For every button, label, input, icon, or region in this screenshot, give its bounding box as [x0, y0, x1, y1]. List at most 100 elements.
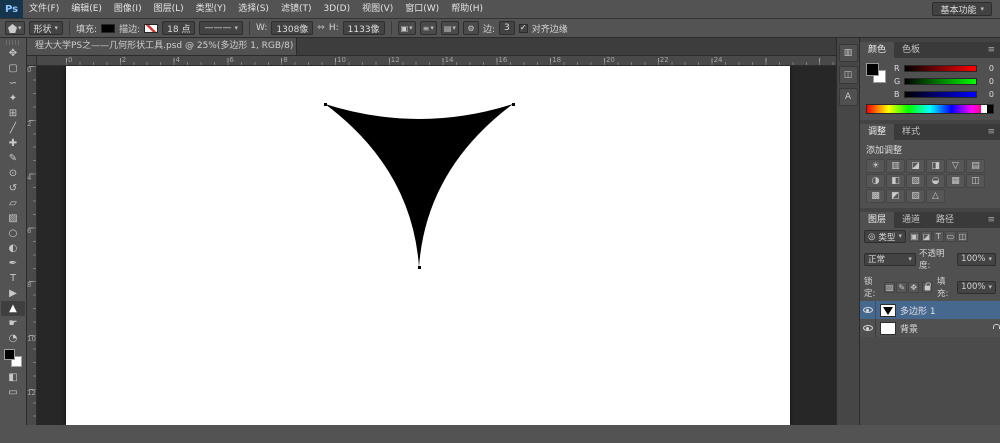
layer-thumbnail[interactable] — [880, 304, 896, 317]
marquee-tool-icon[interactable]: ▢ — [1, 61, 25, 76]
foreground-color-swatch[interactable] — [866, 63, 879, 76]
eyedropper-tool-icon[interactable]: ╱ — [1, 121, 25, 136]
vertical-ruler[interactable]: 024681012 — [27, 66, 37, 425]
type-tool-icon[interactable]: T — [1, 271, 25, 286]
quick-mask-button[interactable]: ◧ — [1, 370, 25, 385]
clone-stamp-tool-icon[interactable]: ⊙ — [1, 166, 25, 181]
workspace-switcher-button[interactable]: 基本功能 ▾ — [932, 2, 992, 16]
width-input[interactable]: 1308像 — [271, 21, 313, 35]
adj-curves-icon[interactable]: ◪ — [906, 159, 925, 173]
screen-mode-button[interactable]: ▭ — [1, 385, 25, 400]
history-brush-tool-icon[interactable]: ↺ — [1, 181, 25, 196]
layer-thumbnail[interactable] — [880, 322, 896, 335]
character-panel-button[interactable]: A — [839, 88, 858, 106]
geometry-options-button[interactable]: ⚙ — [463, 21, 479, 35]
link-dimensions-icon[interactable]: ⇔ — [317, 23, 325, 33]
document-tab[interactable]: 程大大学PS之——几何形状工具.psd @ 25%(多边形 1, RGB/8) … — [27, 38, 297, 55]
fill-swatch[interactable] — [101, 24, 115, 33]
adj-color-lookup-icon[interactable]: ▦ — [946, 174, 965, 188]
layer-visibility-toggle[interactable] — [860, 319, 876, 337]
adj-exposure-icon[interactable]: ◨ — [926, 159, 945, 173]
lock-paint-icon[interactable]: ✎ — [896, 282, 907, 293]
path-selection-tool-icon[interactable]: ▶ — [1, 286, 25, 301]
adj-gradient-map-icon[interactable]: ▨ — [906, 189, 925, 203]
adj-invert-icon[interactable]: ◫ — [966, 174, 985, 188]
adj-selective-color-icon[interactable]: △ — [926, 189, 945, 203]
menu-item[interactable]: 视图(V) — [356, 0, 399, 18]
eraser-tool-icon[interactable]: ▱ — [1, 196, 25, 211]
layer-filter-select[interactable]: ◎ 类型 ▾ — [864, 230, 906, 243]
menu-item[interactable]: 图层(L) — [148, 0, 190, 18]
fill-input[interactable]: 100% ▾ — [957, 281, 996, 294]
anchor-point[interactable] — [418, 266, 421, 269]
channel-slider[interactable] — [904, 65, 977, 72]
adj-threshold-icon[interactable]: ◩ — [886, 189, 905, 203]
opacity-input[interactable]: 100% ▾ — [957, 253, 996, 266]
panel-menu-icon[interactable]: ≡ — [982, 212, 1000, 228]
adj-color-balance-icon[interactable]: ◑ — [866, 174, 885, 188]
adj-hue-saturation-icon[interactable]: ▤ — [966, 159, 985, 173]
channel-slider[interactable] — [904, 91, 977, 98]
menu-item[interactable]: 选择(S) — [232, 0, 275, 18]
path-operations-button[interactable]: ▣ ▾ — [398, 21, 416, 35]
color-spectrum-ramp[interactable] — [866, 104, 994, 114]
adj-photo-filter-icon[interactable]: ▧ — [906, 174, 925, 188]
stroke-style-select[interactable]: ——— ▾ — [199, 21, 243, 35]
adj-levels-icon[interactable]: ▥ — [886, 159, 905, 173]
menu-item[interactable]: 编辑(E) — [65, 0, 108, 18]
panel-tab[interactable]: 颜色 — [860, 42, 894, 58]
brush-tool-icon[interactable]: ✎ — [1, 151, 25, 166]
channel-slider[interactable] — [904, 78, 977, 85]
adj-channel-mixer-icon[interactable]: ◒ — [926, 174, 945, 188]
dodge-tool-icon[interactable]: ◐ — [1, 241, 25, 256]
history-panel-button[interactable]: ▥ — [839, 44, 858, 62]
shape-tool-icon[interactable]: ▲ — [1, 301, 25, 316]
hand-tool-icon[interactable]: ☛ — [1, 316, 25, 331]
panel-tab[interactable]: 路径 — [928, 212, 962, 228]
adj-posterize-icon[interactable]: ▩ — [866, 189, 885, 203]
anchor-point[interactable] — [324, 103, 327, 106]
panel-tab[interactable]: 通道 — [894, 212, 928, 228]
anchor-point[interactable] — [512, 103, 515, 106]
canvas[interactable] — [66, 66, 790, 425]
filter-smart-objects-icon[interactable]: ◫ — [957, 231, 968, 242]
menu-item[interactable]: 图像(I) — [108, 0, 148, 18]
adj-black-white-icon[interactable]: ◧ — [886, 174, 905, 188]
gradient-tool-icon[interactable]: ▨ — [1, 211, 25, 226]
panel-tab[interactable]: 样式 — [894, 124, 928, 140]
menu-item[interactable]: 滤镜(T) — [275, 0, 318, 18]
pasteboard[interactable] — [37, 66, 836, 425]
horizontal-ruler[interactable]: 024681012141618202224 — [37, 56, 836, 66]
blur-tool-icon[interactable]: ○ — [1, 226, 25, 241]
polygon-shape[interactable] — [66, 66, 790, 425]
panel-menu-icon[interactable]: ≡ — [982, 42, 1000, 58]
align-edges-checkbox[interactable]: ✓ — [519, 24, 528, 33]
filter-adjustment-layers-icon[interactable]: ◪ — [921, 231, 932, 242]
channel-value[interactable]: 0 — [980, 64, 994, 73]
healing-brush-tool-icon[interactable]: ✚ — [1, 136, 25, 151]
panel-tab[interactable]: 图层 — [860, 212, 894, 228]
blend-mode-select[interactable]: 正常 ▾ — [864, 253, 916, 266]
menu-item[interactable]: 3D(D) — [317, 0, 356, 18]
filter-pixel-layers-icon[interactable]: ▣ — [909, 231, 920, 242]
channel-value[interactable]: 0 — [980, 77, 994, 86]
foreground-color-swatch[interactable] — [4, 349, 15, 360]
layer-visibility-toggle[interactable] — [860, 301, 876, 319]
adj-vibrance-icon[interactable]: ▽ — [946, 159, 965, 173]
properties-panel-button[interactable]: ◫ — [839, 66, 858, 84]
tool-preset-picker[interactable]: ▾ — [5, 21, 25, 35]
path-arrange-button[interactable]: ▤ ▾ — [441, 21, 459, 35]
menu-item[interactable]: 文件(F) — [23, 0, 65, 18]
panel-tab[interactable]: 色板 — [894, 42, 928, 58]
quick-selection-tool-icon[interactable]: ✦ — [1, 91, 25, 106]
layer-row[interactable]: 背景 — [860, 319, 1000, 337]
menu-item[interactable]: 窗口(W) — [399, 0, 445, 18]
lock-move-icon[interactable]: ✥ — [908, 282, 919, 293]
adj-brightness-contrast-icon[interactable]: ☀ — [866, 159, 885, 173]
channel-value[interactable]: 0 — [980, 90, 994, 99]
move-tool-icon[interactable]: ✥ — [1, 46, 25, 61]
menu-item[interactable]: 帮助(H) — [445, 0, 489, 18]
panel-tab[interactable]: 调整 — [860, 124, 894, 140]
menu-item[interactable]: 类型(Y) — [190, 0, 233, 18]
height-input[interactable]: 1133像 — [343, 21, 385, 35]
